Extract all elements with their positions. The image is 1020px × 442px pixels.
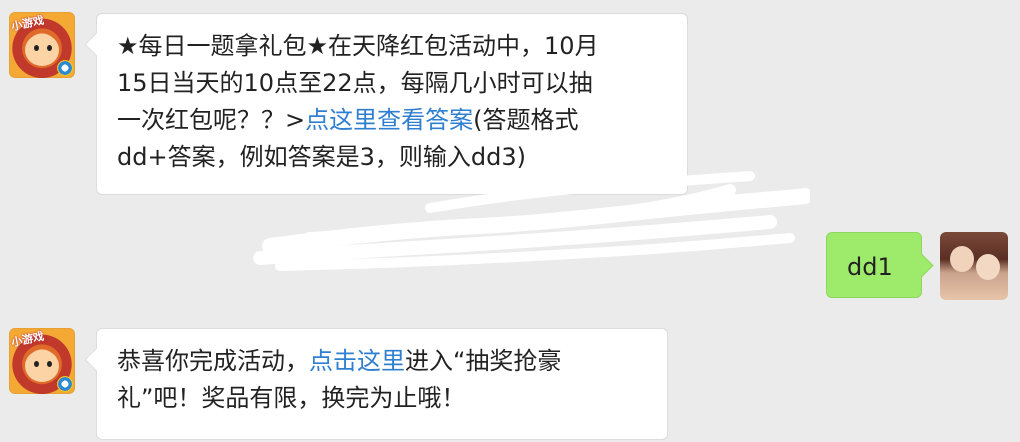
qq-badge-icon xyxy=(57,60,73,76)
chat-window: 小游戏 ★每日一题拿礼包★在天降红包活动中，10月 15日当天的10点至22点，… xyxy=(0,0,1020,442)
message-text: (答题格式 xyxy=(473,106,579,134)
avatar-photo-figure xyxy=(950,246,974,272)
avatar-face xyxy=(25,34,59,66)
message-text: 进入“抽奖抢豪 xyxy=(405,347,562,375)
avatar-logo-text: 小游戏 xyxy=(10,13,46,34)
view-answer-link[interactable]: 点这里查看答案 xyxy=(305,106,473,134)
avatar-eye-right xyxy=(47,361,52,367)
qq-badge-icon xyxy=(57,376,73,392)
avatar-eye-left xyxy=(34,361,39,367)
avatar-eye-right xyxy=(47,45,52,51)
redaction-scribble xyxy=(253,171,810,271)
message-line: 15日当天的10点至22点，每隔几小时可以抽 xyxy=(117,69,593,97)
reply-text: dd1 xyxy=(847,253,893,281)
message-bubble-reply: dd1 xyxy=(826,232,922,298)
message-bubble-congrats: 恭喜你完成活动，点击这里进入“抽奖抢豪 礼”吧！奖品有限，换完为止哦！ xyxy=(96,328,668,440)
message-text: 一次红包呢？？> xyxy=(117,106,306,134)
bot-avatar[interactable]: 小游戏 xyxy=(9,12,75,78)
avatar-logo-text: 小游戏 xyxy=(10,329,46,350)
avatar-face xyxy=(25,350,59,382)
avatar-eye-left xyxy=(34,45,39,51)
bot-avatar[interactable]: 小游戏 xyxy=(9,328,75,394)
user-avatar[interactable] xyxy=(940,232,1008,300)
message-line: 礼”吧！奖品有限，换完为止哦！ xyxy=(117,384,466,412)
enter-lottery-link[interactable]: 点击这里 xyxy=(309,347,405,375)
message-line: 恭喜你完成活动，点击这里进入“抽奖抢豪 xyxy=(117,343,649,380)
message-line: 一次红包呢？？>点这里查看答案(答题格式 xyxy=(117,102,669,139)
avatar-photo-figure xyxy=(976,254,1000,280)
message-text: 恭喜你完成活动， xyxy=(117,347,309,375)
message-line: ★每日一题拿礼包★在天降红包活动中，10月 xyxy=(117,32,599,60)
